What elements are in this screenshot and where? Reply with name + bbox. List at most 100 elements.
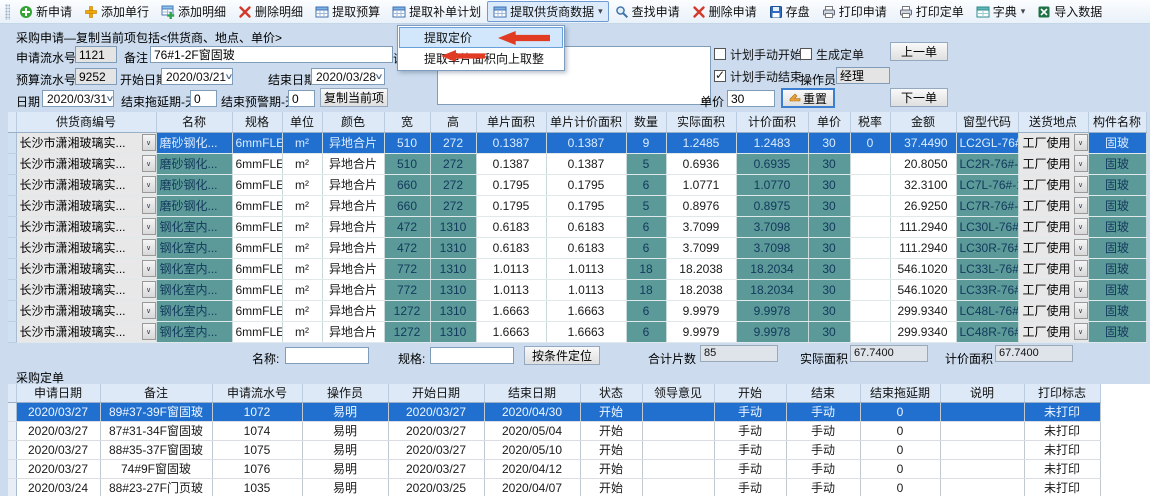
manual-start-checkbox[interactable]: 计划手动开始 [714,47,802,61]
toolbar-dictionary-button[interactable]: 字典▾ [970,1,1032,22]
cell: 0.6183 [546,237,626,258]
table-row[interactable]: 长沙市潇湘玻璃实...∨钢化室内...6mmFLE...m²异地合片127213… [8,300,1146,321]
toolbar-grip[interactable] [5,4,10,20]
cell-dropdown-icon[interactable]: ∨ [142,281,156,298]
budget-no-input[interactable] [75,68,117,85]
filter-name-label: 名称: [252,350,279,367]
table-row[interactable]: 长沙市潇湘玻璃实...∨磨砂钢化...6mmFLE...m²异地合片510272… [8,153,1146,174]
cell-dropdown-icon[interactable]: ∨ [142,218,156,235]
cell-dropdown-icon[interactable]: ∨ [142,260,156,277]
toolbar-add-detail-button[interactable]: 添加明细 [155,1,232,22]
toolbar-print-request-button[interactable]: 打印申请 [816,1,893,22]
date-select[interactable]: 2020/03/31∨ [42,90,114,107]
cell-dropdown-icon[interactable]: ∨ [142,134,156,151]
toolbar-extract-supplier-data-button[interactable]: 提取供货商数据▾ [487,1,609,22]
toolbar-extract-supplement-plan-button[interactable]: 提取补单计划 [386,1,487,22]
row-indicator[interactable] [8,421,16,440]
table-row[interactable]: 长沙市潇湘玻璃实...∨钢化室内...6mmFLE...m²异地合片472131… [8,237,1146,258]
cell-dropdown-icon[interactable]: ∨ [1074,155,1088,172]
toolbar-extract-budget-button[interactable]: 提取预算 [309,1,386,22]
toolbar-new-request-button[interactable]: 新申请 [13,1,78,22]
cell-dropdown-icon[interactable]: ∨ [1074,302,1088,319]
reset-button[interactable]: 重置 [781,88,835,108]
unit-price-input[interactable] [727,90,775,107]
cell-text: 长沙市潇湘玻璃实... [20,155,140,172]
cell-dropdown-icon[interactable]: ∨ [1074,134,1088,151]
row-indicator[interactable] [8,300,16,321]
actual-area-label: 实际面积 [800,350,848,367]
request-no-input[interactable] [75,46,117,63]
cell-dropdown-icon[interactable]: ∨ [142,176,156,193]
end-date-select[interactable]: 2020/03/28∨ [311,68,385,85]
cell-dropdown-icon[interactable]: ∨ [1074,260,1088,277]
toolbar-import-data-button[interactable]: 导入数据 [1031,1,1108,22]
table-row[interactable]: 2020/03/2789#37-39F窗固玻1072易明2020/03/2720… [8,402,1100,421]
end-warn-input[interactable] [288,90,315,107]
cell-dropdown-icon[interactable]: ∨ [142,239,156,256]
cell-dropdown-icon[interactable]: ∨ [142,323,156,340]
locate-by-condition-button[interactable]: 按条件定位 [524,346,600,365]
table-row[interactable]: 2020/03/2787#31-34F窗固玻1074易明2020/03/2720… [8,421,1100,440]
toolbar-save-button[interactable]: 存盘 [763,1,816,22]
toolbar-print-order-button[interactable]: 打印定单 [893,1,970,22]
table-row[interactable]: 长沙市潇湘玻璃实...∨钢化室内...6mmFLE...m²异地合片772131… [8,258,1146,279]
toolbar-add-row-button[interactable]: 添加单行 [78,1,155,22]
row-indicator[interactable] [8,237,16,258]
cell-dropdown-icon[interactable]: ∨ [1074,218,1088,235]
cell: 0.1387 [476,153,546,174]
cell-dropdown-icon[interactable]: ∨ [1074,176,1088,193]
generate-order-checkbox[interactable]: 生成定单 [800,47,864,61]
row-indicator[interactable] [8,440,16,459]
manual-end-checkbox[interactable]: 计划手动结束 [714,69,802,83]
budget-no-label: 预算流水号 [16,71,76,88]
cell-dropdown-icon[interactable]: ∨ [1074,281,1088,298]
table-row[interactable]: 2020/03/2488#23-27F门页玻1035易明2020/03/2520… [8,478,1100,496]
start-date-select[interactable]: 2020/03/21∨ [161,68,233,85]
row-indicator[interactable] [8,402,16,421]
prev-order-button[interactable]: 上一单 [890,42,948,61]
cell-dropdown-icon[interactable]: ∨ [1074,239,1088,256]
table-row[interactable]: 2020/03/2788#35-37F窗固玻1075易明2020/03/2720… [8,440,1100,459]
cell: 472 [384,216,430,237]
cell: 钢化室内... [156,258,232,279]
row-indicator[interactable] [8,195,16,216]
row-indicator[interactable] [8,478,16,496]
generate-order-label: 生成定单 [816,46,864,63]
table-row[interactable]: 长沙市潇湘玻璃实...∨钢化室内...6mmFLE...m²异地合片127213… [8,321,1146,342]
cell: 固玻 [1088,132,1146,153]
filter-name-input[interactable] [285,347,369,364]
cell: 9.9978 [736,321,808,342]
row-indicator[interactable] [8,132,16,153]
cell-dropdown-icon[interactable]: ∨ [142,155,156,172]
row-indicator[interactable] [8,321,16,342]
cell-dropdown-icon[interactable]: ∨ [1074,197,1088,214]
row-indicator[interactable] [8,216,16,237]
end-delay-input[interactable] [190,90,217,107]
cell-dropdown-icon[interactable]: ∨ [142,197,156,214]
cell: 546.1020 [890,258,956,279]
cell-dropdown-icon[interactable]: ∨ [142,302,156,319]
operator-input[interactable] [836,67,890,84]
next-order-button[interactable]: 下一单 [890,88,948,107]
table-row[interactable]: 长沙市潇湘玻璃实...∨磨砂钢化...6mmFLE...m²异地合片510272… [8,132,1146,153]
table-row[interactable]: 长沙市潇湘玻璃实...∨钢化室内...6mmFLE...m²异地合片772131… [8,279,1146,300]
toolbar-delete-request-button[interactable]: 删除申请 [686,1,763,22]
table-row[interactable]: 2020/03/2774#9F窗固玻1076易明2020/03/272020/0… [8,459,1100,478]
row-indicator[interactable] [8,153,16,174]
filter-spec-input[interactable] [430,347,514,364]
row-indicator[interactable] [8,174,16,195]
cell-dropdown-icon[interactable]: ∨ [1074,323,1088,340]
remark-input[interactable] [150,46,393,63]
column-header: 说明 [940,384,1024,402]
toolbar-delete-detail-button[interactable]: 删除明细 [232,1,309,22]
copy-current-button[interactable]: 复制当前项 [320,88,388,107]
toolbar-search-request-button[interactable]: 查找申请 [609,1,686,22]
cell: m² [282,279,322,300]
table-row[interactable]: 长沙市潇湘玻璃实...∨磨砂钢化...6mmFLE...m²异地合片660272… [8,174,1146,195]
cell: 1.0771 [666,174,736,195]
table-row[interactable]: 长沙市潇湘玻璃实...∨钢化室内...6mmFLE...m²异地合片472131… [8,216,1146,237]
table-row[interactable]: 长沙市潇湘玻璃实...∨磨砂钢化...6mmFLE...m²异地合片660272… [8,195,1146,216]
row-indicator[interactable] [8,459,16,478]
row-indicator[interactable] [8,258,16,279]
row-indicator[interactable] [8,279,16,300]
